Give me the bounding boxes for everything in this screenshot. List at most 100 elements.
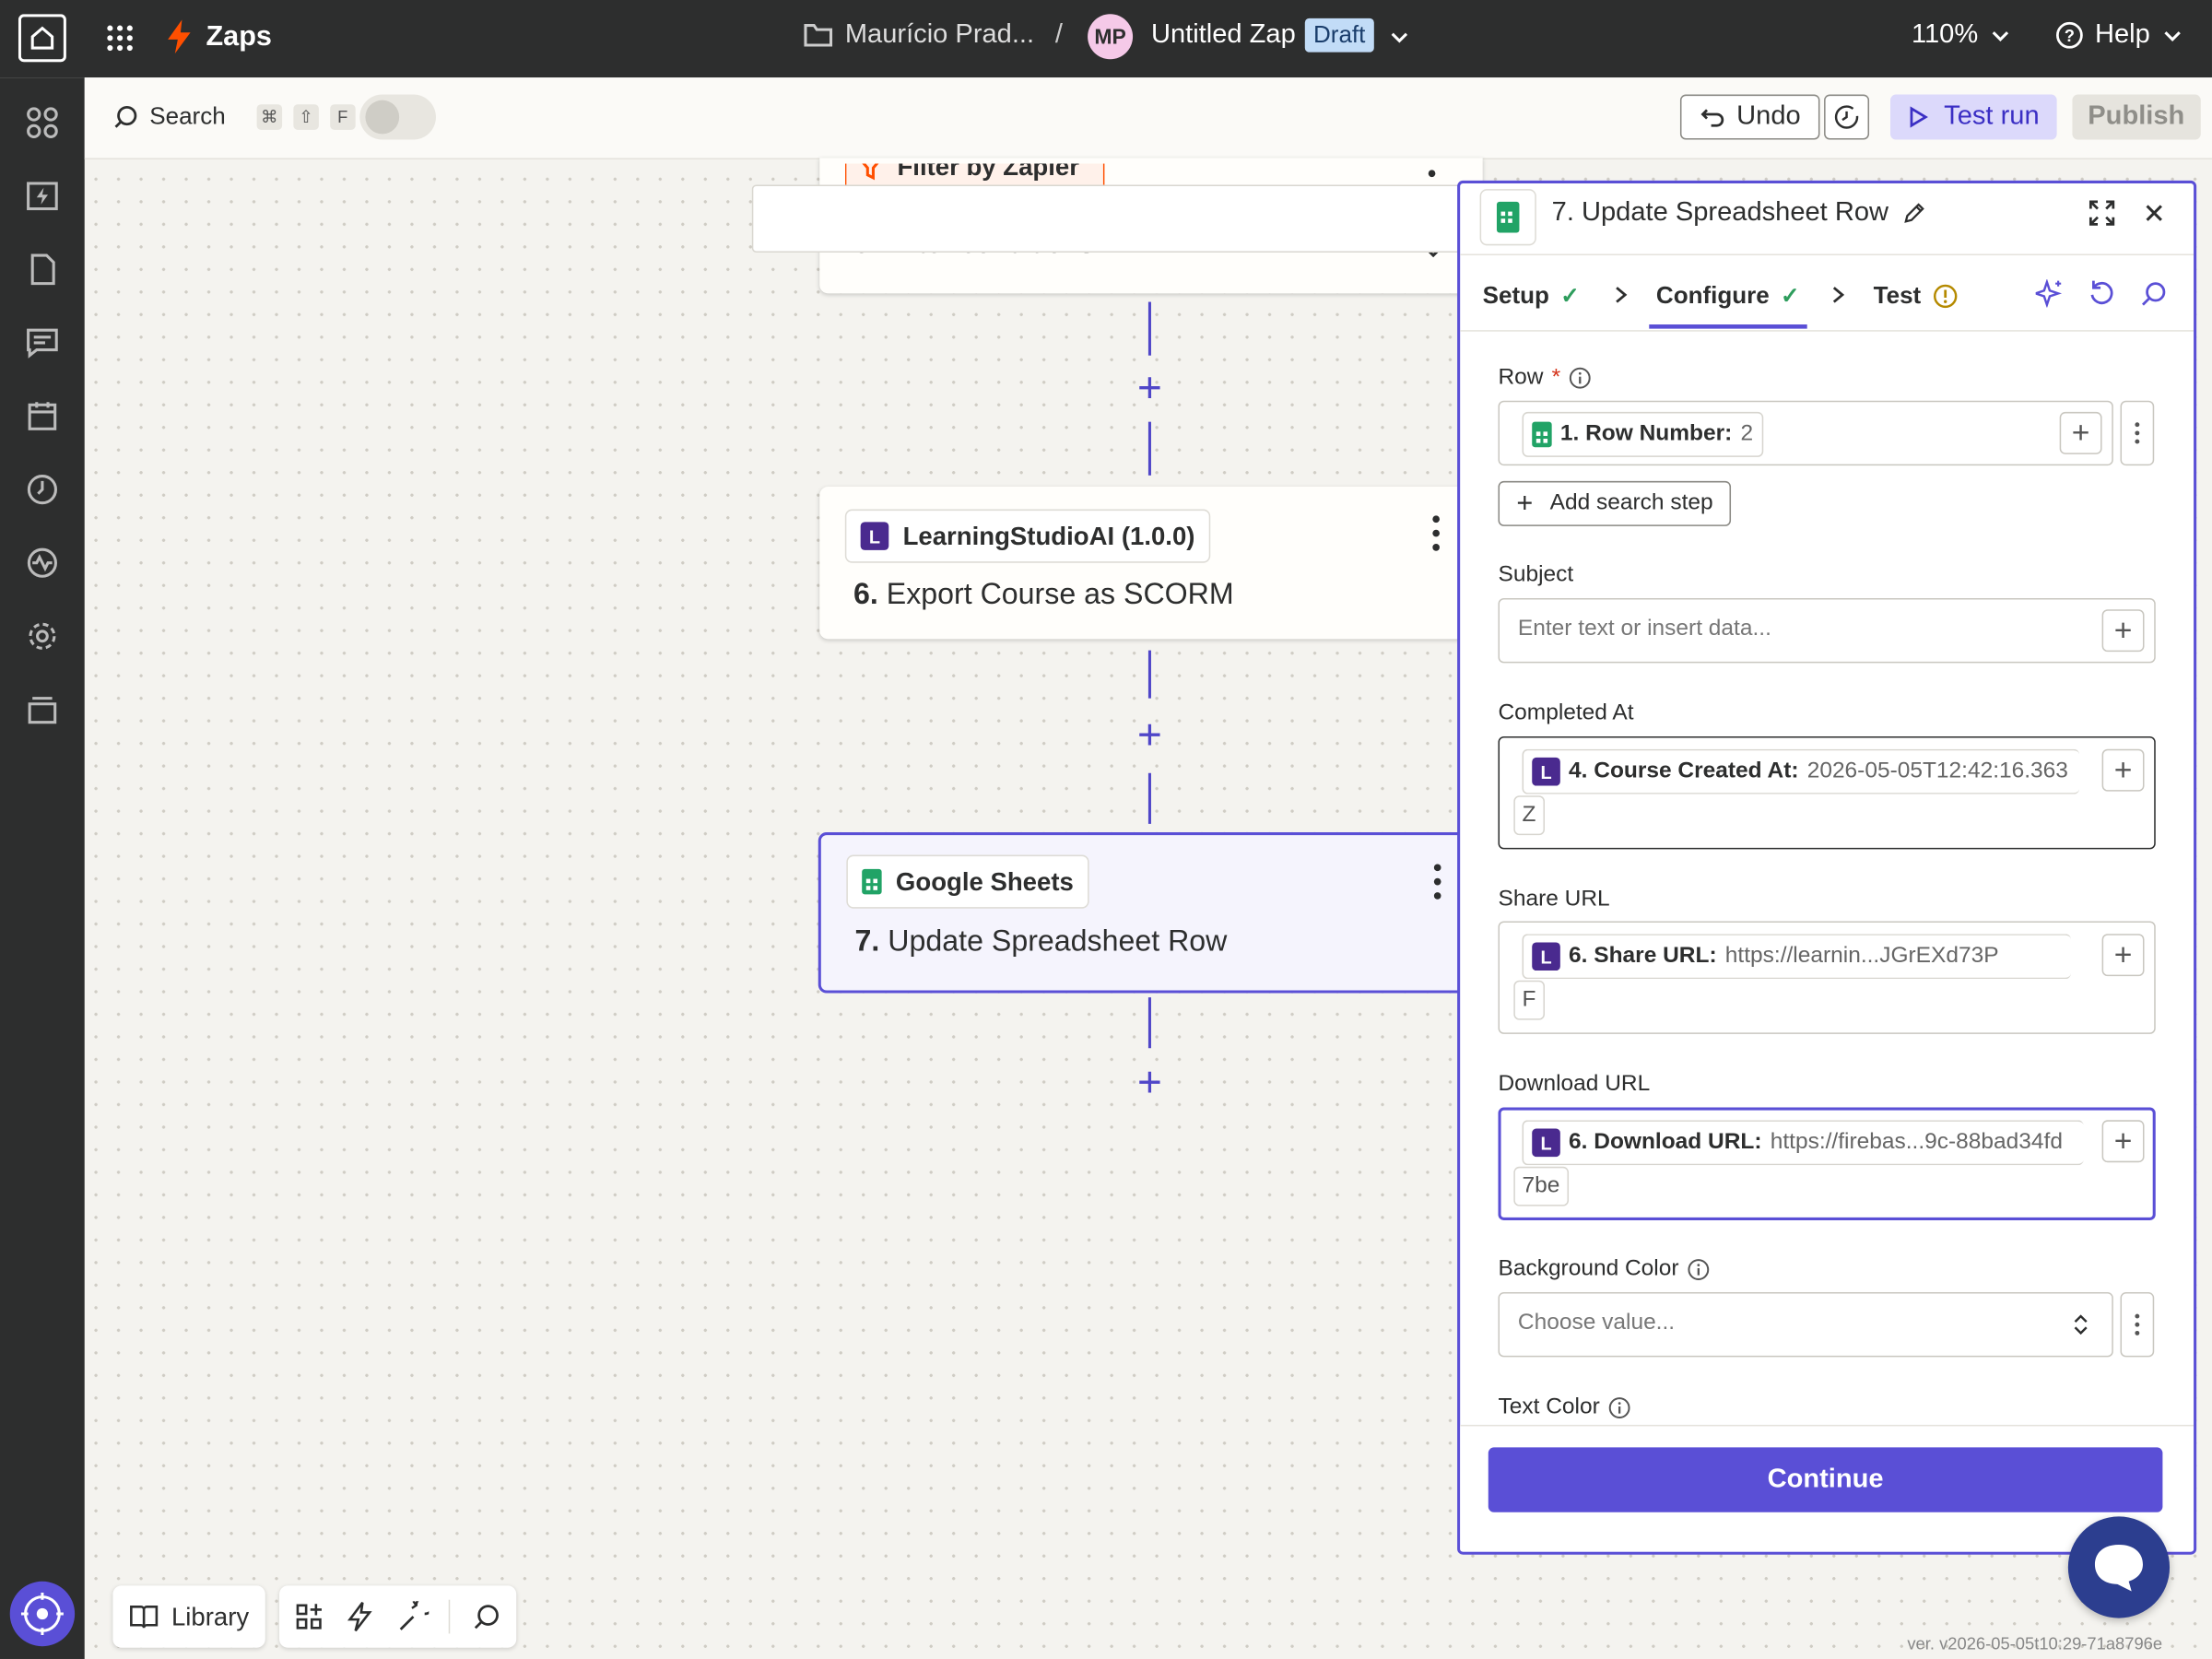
pill-label: 6. Download URL: bbox=[1569, 1130, 1762, 1155]
divider bbox=[448, 1599, 451, 1634]
tab-setup[interactable]: Setup ✓ bbox=[1483, 282, 1580, 311]
info-icon[interactable] bbox=[1608, 1396, 1630, 1418]
add-search-step-button[interactable]: + Add search step bbox=[1498, 480, 1732, 526]
pencil-icon[interactable] bbox=[1902, 202, 1924, 224]
sparkle-ai-icon[interactable] bbox=[2035, 279, 2065, 308]
zap-bolt-icon bbox=[168, 19, 191, 54]
layers-icon[interactable] bbox=[26, 693, 60, 727]
add-step-button[interactable]: + bbox=[1133, 368, 1167, 410]
panel-title-text: 7. Update Spreadsheet Row bbox=[1551, 197, 1889, 228]
step-number: 7. bbox=[854, 925, 880, 959]
zoom-select[interactable]: 110% bbox=[1912, 19, 2012, 51]
chat-support-button[interactable] bbox=[2067, 1516, 2171, 1618]
google-sheets-step-node[interactable]: Google Sheets 7. Update Spreadsheet Row bbox=[818, 832, 1488, 994]
search-icon[interactable] bbox=[2140, 281, 2167, 308]
insert-data-button[interactable]: + bbox=[2101, 1120, 2145, 1163]
toggle-knob bbox=[365, 100, 400, 135]
tab-configure[interactable]: Configure ✓ bbox=[1656, 282, 1800, 311]
add-app-grid-icon[interactable] bbox=[295, 1603, 324, 1631]
info-icon[interactable] bbox=[1688, 1258, 1710, 1280]
add-step-button[interactable]: + bbox=[1133, 714, 1167, 757]
more-vertical-icon[interactable] bbox=[1428, 170, 1436, 186]
step-title: 6. Export Course as SCORM bbox=[853, 579, 1234, 613]
zap-menu-button[interactable] bbox=[1388, 26, 1410, 48]
toggle-switch[interactable] bbox=[359, 94, 436, 140]
history-icon[interactable] bbox=[26, 473, 60, 507]
learningstudio-logo-icon: L bbox=[1532, 1128, 1560, 1158]
data-pill[interactable]: L 6. Share URL: https://learnin...JGrEXd… bbox=[1522, 934, 2071, 980]
data-pill[interactable]: L 4. Course Created At: 2026-05-05T12:42… bbox=[1522, 748, 2080, 794]
more-vertical-icon bbox=[2135, 1313, 2140, 1335]
publish-button[interactable]: Publish bbox=[2072, 94, 2201, 140]
select-placeholder: Choose value... bbox=[1517, 1310, 1676, 1335]
apps-icon[interactable] bbox=[26, 106, 60, 140]
insert-data-button[interactable]: + bbox=[2059, 411, 2102, 454]
download-url-input[interactable]: L 6. Download URL: https://firebas...9c-… bbox=[1498, 1107, 2156, 1220]
more-vertical-icon[interactable] bbox=[1432, 515, 1441, 552]
undo-button[interactable]: Undo bbox=[1679, 94, 1821, 140]
learningstudio-app-chip: L LearningStudioAI (1.0.0) bbox=[844, 509, 1211, 563]
zaps-icon[interactable] bbox=[26, 179, 60, 213]
share-url-input[interactable]: L 6. Share URL: https://learnin...JGrEXd… bbox=[1498, 921, 2156, 1034]
library-button[interactable]: Library bbox=[112, 1585, 265, 1648]
undo-label: Undo bbox=[1736, 101, 1801, 132]
add-step-button[interactable]: + bbox=[1133, 1062, 1167, 1104]
select-chevrons-icon bbox=[2074, 1314, 2088, 1335]
search-icon[interactable] bbox=[473, 1603, 501, 1631]
google-sheets-icon bbox=[1532, 421, 1552, 448]
help-icon: ? bbox=[2056, 21, 2083, 49]
home-button[interactable] bbox=[18, 14, 66, 63]
label-text: Share URL bbox=[1498, 887, 1610, 912]
panel-title[interactable]: 7. Update Spreadsheet Row bbox=[1552, 197, 1925, 229]
close-icon[interactable] bbox=[2143, 202, 2165, 224]
version-label: ver. v2026-05-05t10:29-71a8796e bbox=[1907, 1633, 2163, 1653]
folder-icon bbox=[804, 24, 833, 47]
folder-name: Maurício Prad... bbox=[844, 19, 1035, 50]
insert-data-button[interactable]: + bbox=[2101, 748, 2145, 792]
tab-test[interactable]: Test bbox=[1874, 282, 1958, 311]
tables-icon[interactable] bbox=[26, 253, 60, 287]
status-badge: Draft bbox=[1304, 18, 1374, 53]
data-pill[interactable]: L 6. Download URL: https://firebas...9c-… bbox=[1522, 1120, 2084, 1166]
row-input[interactable]: 1. Row Number: 2 + bbox=[1498, 400, 2113, 466]
google-sheets-app-chip: Google Sheets bbox=[846, 854, 1089, 909]
label-text: Subject bbox=[1498, 562, 1574, 587]
apps-grid-button[interactable] bbox=[106, 24, 135, 53]
auto-layout-icon[interactable] bbox=[398, 1601, 429, 1632]
calendar-icon[interactable] bbox=[26, 399, 60, 433]
folder-breadcrumb[interactable]: Maurício Prad... bbox=[803, 19, 1034, 51]
chevron-right-icon bbox=[1616, 287, 1628, 303]
plus-icon: + bbox=[1516, 487, 1534, 519]
info-icon[interactable] bbox=[1569, 367, 1592, 389]
more-vertical-icon[interactable] bbox=[1433, 864, 1441, 900]
expand-icon[interactable] bbox=[2088, 199, 2116, 228]
learningstudio-step-node[interactable]: L LearningStudioAI (1.0.0) 6. Export Cou… bbox=[819, 487, 1483, 640]
version-history-button[interactable] bbox=[1824, 94, 1870, 140]
field-options-button[interactable] bbox=[2120, 1292, 2155, 1358]
pill-value: 2 bbox=[1740, 421, 1754, 446]
required-marker: * bbox=[1551, 365, 1561, 390]
zaps-link[interactable]: Zaps bbox=[164, 18, 272, 55]
data-pill[interactable]: 1. Row Number: 2 bbox=[1522, 411, 1763, 457]
subject-placeholder: Enter text or insert data... bbox=[1517, 616, 1771, 641]
interfaces-icon[interactable] bbox=[26, 326, 60, 360]
copilot-button[interactable] bbox=[9, 1581, 76, 1647]
continue-button[interactable]: Continue bbox=[1488, 1447, 2163, 1512]
learningstudio-logo-icon: L bbox=[860, 522, 889, 550]
help-menu[interactable]: ? Help bbox=[2055, 19, 2183, 51]
subject-input[interactable]: Enter text or insert data... + bbox=[1498, 597, 2156, 664]
avatar[interactable]: MP bbox=[1088, 14, 1134, 60]
activity-icon[interactable] bbox=[26, 546, 60, 580]
lightning-icon[interactable] bbox=[347, 1601, 373, 1632]
test-run-button[interactable]: Test run bbox=[1890, 94, 2056, 140]
search-button[interactable]: Search ⌘ ⇧ F bbox=[112, 103, 356, 132]
step-title: 7. Update Spreadsheet Row bbox=[855, 925, 1228, 959]
zap-title[interactable]: Untitled Zap bbox=[1151, 19, 1296, 51]
field-options-button[interactable] bbox=[2120, 400, 2155, 466]
refresh-icon[interactable] bbox=[2088, 279, 2116, 308]
insert-data-button[interactable]: + bbox=[2101, 934, 2145, 977]
background-color-select[interactable]: Choose value... bbox=[1498, 1292, 2113, 1358]
insert-data-button[interactable]: + bbox=[2101, 609, 2145, 653]
completed-at-input[interactable]: L 4. Course Created At: 2026-05-05T12:42… bbox=[1498, 735, 2156, 850]
settings-gear-icon[interactable] bbox=[26, 619, 60, 653]
